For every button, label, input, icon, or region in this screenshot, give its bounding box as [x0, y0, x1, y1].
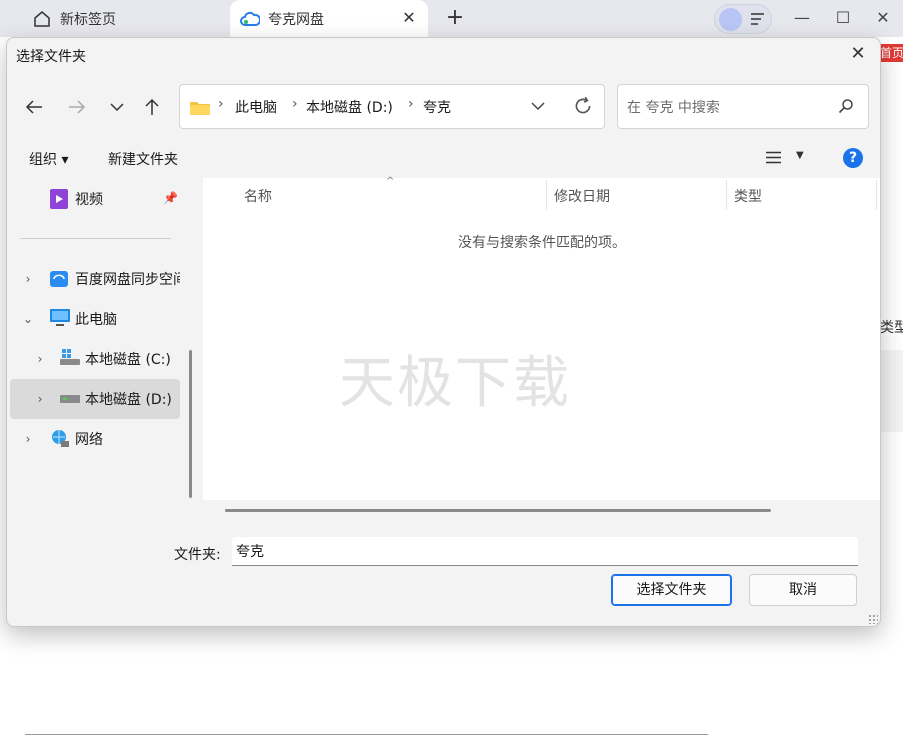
nav-item-label: 百度网盘同步空间	[75, 272, 180, 288]
nav-item-label: 网络	[75, 432, 103, 448]
back-arrow-icon[interactable]	[22, 95, 46, 119]
view-options-dropdown[interactable]: ▼	[796, 150, 804, 161]
select-folder-dialog: 选择文件夹 ✕ › 此电脑 › 本地磁盘 (D:) › 夸克 在 夸克 中搜索 …	[6, 37, 881, 627]
help-icon[interactable]: ?	[843, 148, 863, 168]
dialog-close-icon[interactable]: ✕	[848, 44, 868, 64]
search-placeholder: 在 夸克 中搜索	[627, 100, 720, 116]
profile-menu-button[interactable]	[714, 4, 772, 34]
tab-close-icon[interactable]: ✕	[400, 9, 418, 27]
nav-divider	[20, 238, 171, 239]
folder-icon	[190, 102, 210, 115]
nav-item-label: 本地磁盘 (D:)	[85, 392, 172, 408]
baidu-netdisk-icon	[50, 269, 70, 289]
chevron-down-icon[interactable]	[105, 95, 129, 119]
view-list-icon[interactable]	[766, 151, 781, 164]
background-row	[880, 350, 903, 432]
cancel-button[interactable]: 取消	[749, 574, 857, 606]
chevron-right-icon[interactable]: ›	[34, 392, 46, 406]
organize-button[interactable]: 组织 ▾	[29, 149, 68, 169]
up-arrow-icon[interactable]	[140, 95, 164, 119]
search-icon[interactable]	[838, 98, 854, 114]
nav-pane-scrollbar[interactable]	[189, 350, 192, 498]
horizontal-scrollbar[interactable]	[203, 500, 880, 521]
column-header-name[interactable]: 名称	[244, 186, 272, 206]
nav-item-drive-c[interactable]: › 本地磁盘 (C:)	[7, 339, 180, 379]
breadcrumb-separator: ›	[292, 96, 298, 112]
horizontal-scrollbar-thumb[interactable]	[225, 509, 771, 512]
nav-item-baidu-sync[interactable]: › 百度网盘同步空间	[7, 259, 180, 299]
background-column-type: 类型	[880, 320, 903, 336]
column-separator[interactable]	[726, 180, 727, 210]
new-tab-button[interactable]: +	[444, 7, 466, 29]
watermark-text: 天极下载	[339, 351, 571, 416]
pin-icon[interactable]: 📌	[163, 191, 178, 205]
resize-grip[interactable]	[868, 614, 878, 624]
chevron-right-icon[interactable]: ›	[22, 432, 34, 446]
chevron-right-icon[interactable]: ›	[22, 272, 34, 286]
select-folder-button[interactable]: 选择文件夹	[611, 574, 732, 606]
new-folder-button[interactable]: 新建文件夹	[108, 149, 178, 169]
breadcrumb-drive-d[interactable]: 本地磁盘 (D:)	[306, 97, 393, 117]
nav-item-label: 视频	[75, 192, 103, 208]
tab-quark-netdisk[interactable]: 夸克网盘 ✕	[230, 0, 428, 37]
dialog-title: 选择文件夹	[16, 49, 86, 65]
empty-result-message: 没有与搜索条件匹配的项。	[458, 235, 626, 251]
file-list: ^ 名称 修改日期 类型 没有与搜索条件匹配的项。 天极下载	[203, 176, 880, 521]
chevron-down-icon[interactable]	[530, 98, 546, 114]
nav-item-videos[interactable]: 视频	[7, 179, 180, 219]
background-divider	[25, 734, 708, 735]
breadcrumb-this-pc[interactable]: 此电脑	[235, 97, 277, 117]
video-folder-icon	[50, 189, 70, 209]
computer-icon	[50, 309, 70, 329]
sort-ascending-icon: ^	[386, 176, 395, 187]
navigation-pane: 视频 › 百度网盘同步空间 ⌄ 此电脑 › 本地磁盘 (C:) › 本地磁盘 (…	[7, 178, 182, 521]
breadcrumb-separator: ›	[408, 96, 414, 112]
tab-new-tab[interactable]: 新标签页	[22, 0, 222, 37]
minimize-button[interactable]: —	[792, 8, 812, 28]
search-box[interactable]: 在 夸克 中搜索	[617, 84, 869, 129]
folder-label: 文件夹:	[174, 547, 221, 563]
quark-cloud-icon	[240, 9, 260, 29]
nav-item-network[interactable]: › 网络	[7, 419, 180, 459]
tab-label: 新标签页	[60, 11, 116, 28]
nav-item-drive-d[interactable]: › 本地磁盘 (D:)	[10, 379, 180, 419]
forward-arrow-icon[interactable]	[65, 95, 89, 119]
window-close-button[interactable]: ✕	[873, 8, 893, 28]
tab-label: 夸克网盘	[268, 11, 324, 28]
nav-item-label: 此电脑	[75, 312, 117, 328]
home-badge: 首页	[880, 44, 903, 62]
column-separator[interactable]	[546, 180, 547, 210]
breadcrumb-quark[interactable]: 夸克	[423, 97, 451, 117]
nav-item-this-pc[interactable]: ⌄ 此电脑	[7, 299, 180, 339]
folder-name-input[interactable]	[232, 537, 858, 566]
network-icon	[50, 429, 70, 449]
column-separator[interactable]	[876, 180, 877, 210]
address-bar[interactable]: › 此电脑 › 本地磁盘 (D:) › 夸克	[179, 84, 605, 129]
breadcrumb-separator: ›	[218, 96, 224, 112]
browser-tab-bar: 新标签页 夸克网盘 ✕ + — ☐ ✕	[0, 0, 903, 37]
column-header-type[interactable]: 类型	[734, 186, 762, 206]
drive-c-icon	[60, 349, 80, 369]
nav-item-label: 本地磁盘 (C:)	[85, 352, 171, 368]
menu-icon	[751, 13, 764, 25]
column-header-date-modified[interactable]: 修改日期	[554, 186, 610, 206]
refresh-icon[interactable]	[572, 95, 594, 117]
chevron-right-icon[interactable]: ›	[34, 352, 46, 366]
avatar	[719, 8, 742, 31]
maximize-button[interactable]: ☐	[833, 8, 853, 28]
home-icon	[32, 9, 52, 29]
chevron-down-icon[interactable]: ⌄	[22, 312, 34, 326]
drive-d-icon	[60, 391, 80, 411]
